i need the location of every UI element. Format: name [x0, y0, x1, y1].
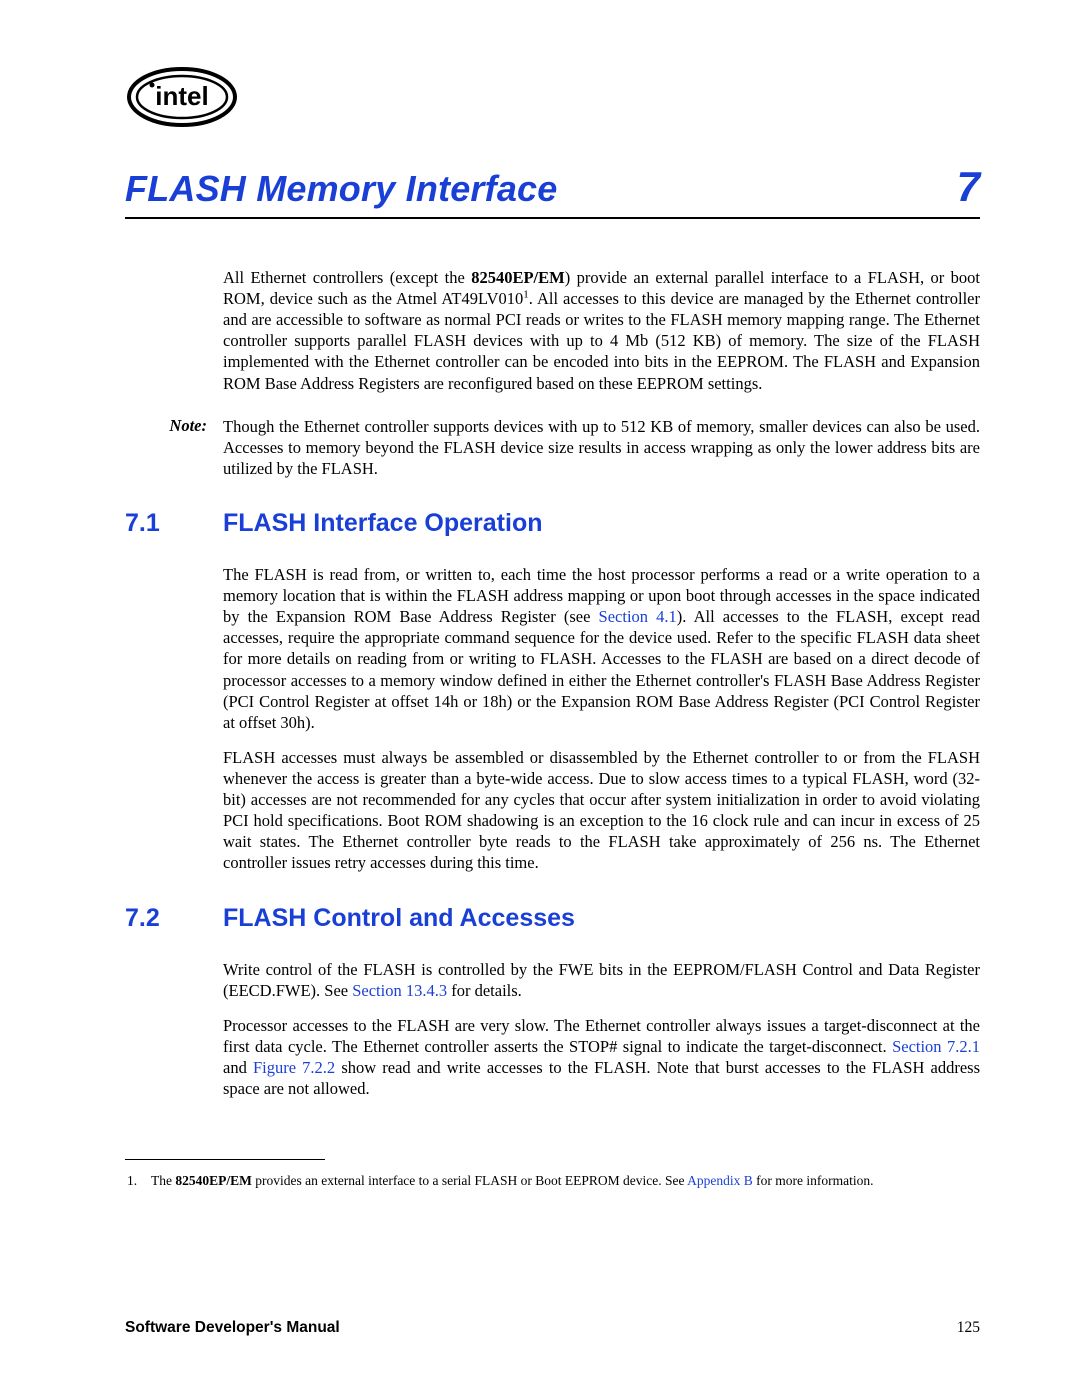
section-number: 7.1 [125, 509, 223, 538]
text: for more information. [753, 1173, 874, 1188]
text: show read and write accesses to the FLAS… [223, 1058, 980, 1098]
section-7-1-paragraph-1: The FLASH is read from, or written to, e… [223, 564, 980, 733]
section-title: FLASH Control and Accesses [223, 904, 575, 933]
text: Processor accesses to the FLASH are very… [223, 1016, 980, 1056]
section-title: FLASH Interface Operation [223, 509, 543, 538]
footer-doc-title: Software Developer's Manual [125, 1319, 340, 1337]
section-number: 7.2 [125, 904, 223, 933]
intel-logo: intel [125, 55, 980, 135]
cross-reference[interactable]: Section 4.1 [599, 607, 677, 626]
footnote-number: 1. [125, 1172, 151, 1190]
text: and [223, 1058, 253, 1077]
intro-paragraph: All Ethernet controllers (except the 825… [223, 267, 980, 394]
cross-reference[interactable]: Figure 7.2.2 [253, 1058, 335, 1077]
section-heading-7-2: 7.2 FLASH Control and Accesses [125, 904, 980, 933]
text: Write control of the FLASH is controlled… [223, 960, 980, 1000]
text: provides an external interface to a seri… [252, 1173, 687, 1188]
page-number: 125 [957, 1319, 980, 1337]
text: The [151, 1173, 175, 1188]
device-model: 82540EP/EM [175, 1173, 252, 1188]
footnote-text: The 82540EP/EM provides an external inte… [151, 1172, 873, 1190]
svg-text:intel: intel [155, 81, 208, 111]
chapter-number: 7 [957, 163, 980, 211]
text: for details. [447, 981, 522, 1000]
cross-reference[interactable]: Appendix B [687, 1173, 753, 1188]
cross-reference[interactable]: Section 13.4.3 [352, 981, 447, 1000]
footnote-1: 1. The 82540EP/EM provides an external i… [125, 1172, 980, 1190]
section-heading-7-1: 7.1 FLASH Interface Operation [125, 509, 980, 538]
section-7-2-paragraph-2: Processor accesses to the FLASH are very… [223, 1015, 980, 1099]
text: All Ethernet controllers (except the [223, 268, 471, 287]
section-7-1-paragraph-2: FLASH accesses must always be assembled … [223, 747, 980, 874]
note-block: Note: Though the Ethernet controller sup… [223, 416, 980, 479]
device-model: 82540EP/EM [471, 268, 565, 287]
page-footer: Software Developer's Manual 125 [125, 1319, 980, 1337]
section-7-2-paragraph-1: Write control of the FLASH is controlled… [223, 959, 980, 1001]
chapter-title: FLASH Memory Interface [125, 168, 558, 210]
chapter-title-row: FLASH Memory Interface 7 [125, 163, 980, 219]
note-text: Though the Ethernet controller supports … [223, 416, 980, 479]
footnote-divider [125, 1159, 325, 1160]
cross-reference[interactable]: Section 7.2.1 [892, 1037, 980, 1056]
note-label: Note: [125, 416, 223, 479]
content-area: All Ethernet controllers (except the 825… [223, 267, 980, 1190]
